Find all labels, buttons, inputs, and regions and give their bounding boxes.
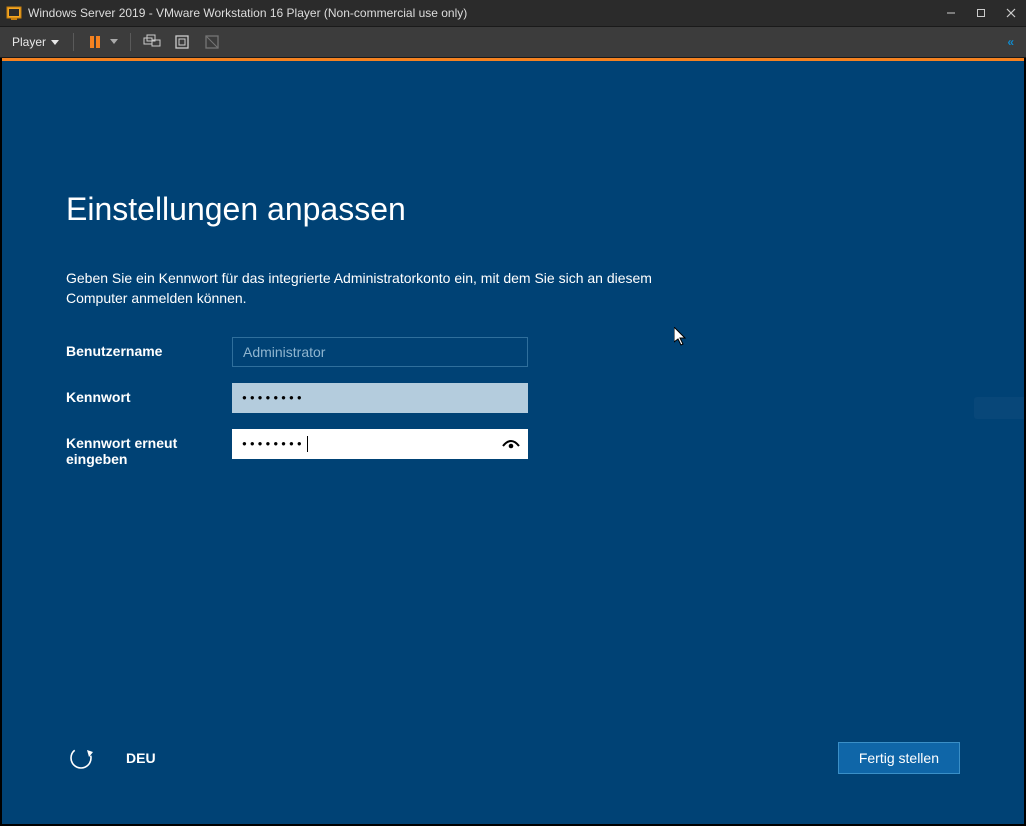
toolbar-divider (73, 33, 74, 51)
dropdown-arrow-icon (51, 35, 59, 49)
player-menu[interactable]: Player (4, 33, 67, 51)
minimize-button[interactable] (936, 0, 966, 26)
send-ctrl-alt-del-button[interactable] (141, 31, 163, 53)
vm-viewport: Einstellungen anpassen Geben Sie ein Ken… (0, 58, 1026, 826)
password-confirm-label: Kennwort erneut eingeben (66, 429, 232, 469)
collapse-toolbar-button[interactable]: « (1007, 35, 1022, 49)
window-title: Windows Server 2019 - VMware Workstation… (28, 6, 467, 20)
unity-mode-button (201, 31, 223, 53)
username-field: Administrator (232, 337, 528, 367)
password-confirm-field[interactable]: ●●●●●●●● (232, 429, 528, 459)
watermark-ghost (974, 397, 1024, 419)
password-confirm-masked: ●●●●●●●● (242, 439, 305, 448)
pause-vm-button[interactable] (84, 31, 106, 53)
application-window: Windows Server 2019 - VMware Workstation… (0, 0, 1026, 826)
finish-button[interactable]: Fertig stellen (838, 742, 960, 774)
page-title: Einstellungen anpassen (66, 191, 960, 228)
oobe-screen: Einstellungen anpassen Geben Sie ein Ken… (2, 58, 1024, 824)
title-bar: Windows Server 2019 - VMware Workstation… (0, 0, 1026, 27)
ease-of-access-button[interactable] (66, 743, 96, 773)
toolbar-divider (130, 33, 131, 51)
maximize-button[interactable] (966, 0, 996, 26)
language-indicator[interactable]: DEU (126, 750, 156, 766)
menu-bar: Player (0, 27, 1026, 58)
text-caret (307, 436, 308, 452)
username-value: Administrator (243, 344, 325, 360)
power-dropdown-arrow-icon[interactable] (108, 31, 120, 53)
vmware-app-icon (6, 5, 22, 21)
username-label: Benutzername (66, 337, 232, 360)
player-menu-label: Player (12, 35, 46, 49)
password-masked: ●●●●●●●● (242, 393, 305, 402)
close-button[interactable] (996, 0, 1026, 26)
reveal-password-icon[interactable] (502, 435, 520, 453)
password-field[interactable]: ●●●●●●●● (232, 383, 528, 413)
password-label: Kennwort (66, 383, 232, 406)
fullscreen-button[interactable] (171, 31, 193, 53)
page-description: Geben Sie ein Kennwort für das integrier… (66, 268, 656, 309)
